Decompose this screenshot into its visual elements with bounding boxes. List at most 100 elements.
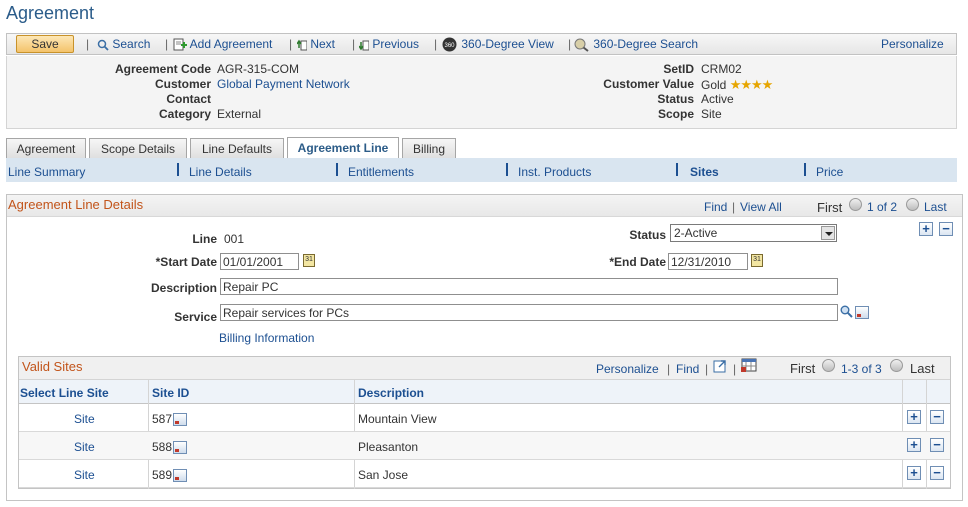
status-selected-value: 2-Active (674, 226, 718, 240)
service-detail-button[interactable] (855, 305, 869, 320)
column-header-description[interactable]: Description (358, 386, 424, 400)
add-row-button[interactable]: + (907, 410, 921, 424)
service-lookup-button[interactable] (840, 305, 853, 321)
calendar-icon[interactable]: 31 (751, 254, 763, 267)
service-label: Service (174, 310, 217, 324)
toolbar-separator: | (352, 37, 356, 51)
add-agreement-link[interactable]: Add Agreement (173, 37, 272, 51)
site-detail-icon[interactable] (173, 469, 188, 483)
delete-row-button[interactable]: − (930, 410, 944, 424)
tab-scope-details[interactable]: Scope Details (89, 138, 187, 159)
view-all-grid-button[interactable] (713, 359, 727, 376)
search-link[interactable]: Search (97, 37, 150, 51)
billing-information-link[interactable]: Billing Information (219, 331, 314, 345)
subnav-entitlements[interactable]: Entitlements (348, 165, 414, 179)
separator: | (705, 362, 709, 376)
status-select[interactable]: 2-Active (670, 224, 837, 242)
tab-agreement-line[interactable]: Agreement Line (287, 137, 399, 159)
site-detail-icon[interactable] (173, 441, 188, 455)
previous-link[interactable]: Previous (359, 37, 419, 51)
subnav-sites[interactable]: Sites (690, 165, 719, 179)
next-link[interactable]: Next (297, 37, 335, 51)
find-link[interactable]: Find (704, 200, 727, 214)
previous-icon (359, 40, 369, 51)
tab-billing[interactable]: Billing (402, 138, 456, 159)
tab-agreement[interactable]: Agreement (6, 138, 86, 159)
customer-value-stars: ★★★★ (729, 77, 774, 92)
add-agreement-label: Add Agreement (189, 37, 273, 51)
delete-line-button[interactable]: − (939, 222, 953, 236)
subnav-separator (506, 163, 508, 176)
line-subnav: Line Summary Line Details Entitlements I… (6, 158, 957, 182)
previous-row-button[interactable] (849, 197, 862, 212)
grid-next-button[interactable] (890, 358, 903, 373)
table-row: Site 589 San Jose + − (19, 460, 950, 488)
select-line-site-link[interactable]: Site (74, 412, 95, 426)
previous-arrow-icon (822, 359, 835, 373)
site-id-value: 587 (152, 412, 173, 426)
site-id-cell: 589 (152, 468, 188, 483)
360-search-icon (574, 38, 589, 52)
previous-arrow-icon (849, 198, 862, 212)
search360-link[interactable]: 360-Degree Search (574, 37, 698, 52)
add-row-button[interactable]: + (907, 466, 921, 480)
table-row: Site 588 Pleasanton + − (19, 432, 950, 460)
add-line-button[interactable]: + (919, 222, 933, 236)
last-link[interactable]: Last (924, 200, 947, 214)
customer-value: Gold ★★★★ (701, 77, 774, 93)
subnav-separator (336, 163, 338, 176)
subnav-line-details[interactable]: Line Details (189, 165, 252, 179)
calendar-icon[interactable]: 31 (303, 254, 315, 267)
site-id-cell: 587 (152, 412, 188, 427)
category-value: External (217, 107, 262, 121)
delete-row-button[interactable]: − (930, 438, 944, 452)
view360-label: 360-Degree View (461, 37, 554, 51)
site-description-cell: Pleasanton (358, 440, 419, 454)
grid-row-range: 1-3 of 3 (841, 362, 882, 376)
grid-previous-button[interactable] (822, 358, 835, 373)
site-detail-icon[interactable] (173, 413, 188, 427)
view-all-link[interactable]: View All (740, 200, 782, 214)
next-arrow-icon (906, 198, 919, 212)
scope-label: Scope (657, 107, 694, 121)
setid-value: CRM02 (701, 62, 742, 76)
site-id-value: 589 (152, 468, 173, 482)
subnav-separator (177, 163, 179, 176)
next-row-button[interactable] (906, 197, 919, 212)
separator: | (732, 200, 736, 214)
column-header-site-id[interactable]: Site ID (152, 386, 189, 400)
category-label: Category (158, 107, 211, 121)
select-line-site-link[interactable]: Site (74, 440, 95, 454)
add-row-button[interactable]: + (907, 438, 921, 452)
search-icon (840, 305, 853, 318)
agreement-code-value: AGR-315-COM (217, 62, 300, 76)
grid-last-label: Last (910, 361, 935, 376)
end-date-field[interactable]: 12/31/2010 (668, 253, 748, 270)
select-line-site-link[interactable]: Site (74, 468, 95, 482)
download-grid-button[interactable] (741, 358, 757, 376)
customer-label: Customer (154, 77, 211, 91)
subnav-price[interactable]: Price (816, 165, 843, 179)
subnav-line-summary[interactable]: Line Summary (8, 165, 85, 179)
service-field[interactable]: Repair services for PCs (220, 304, 838, 321)
customer-value-label: Customer Value (603, 77, 694, 91)
save-button[interactable]: Save (16, 35, 74, 53)
subnav-inst-products[interactable]: Inst. Products (518, 165, 591, 179)
view360-link[interactable]: 360 360-Degree View (441, 37, 554, 52)
separator: | (667, 362, 671, 376)
description-field[interactable]: Repair PC (220, 278, 838, 295)
personalize-link[interactable]: Personalize (881, 37, 944, 51)
grid-personalize-link[interactable]: Personalize (596, 362, 659, 376)
delete-row-button[interactable]: − (930, 466, 944, 480)
previous-label: Previous (372, 37, 420, 51)
column-header-select-line-site[interactable]: Select Line Site (20, 386, 109, 400)
start-date-field[interactable]: 01/01/2001 (220, 253, 299, 270)
next-arrow-icon (890, 359, 903, 373)
customer-link[interactable]: Global Payment Network (217, 77, 350, 91)
grid-find-link[interactable]: Find (676, 362, 699, 376)
start-date-label: *Start Date (155, 255, 217, 269)
first-label: First (817, 200, 843, 215)
tab-line-defaults[interactable]: Line Defaults (190, 138, 284, 159)
site-id-cell: 588 (152, 440, 188, 455)
page-title: Agreement (6, 3, 95, 23)
